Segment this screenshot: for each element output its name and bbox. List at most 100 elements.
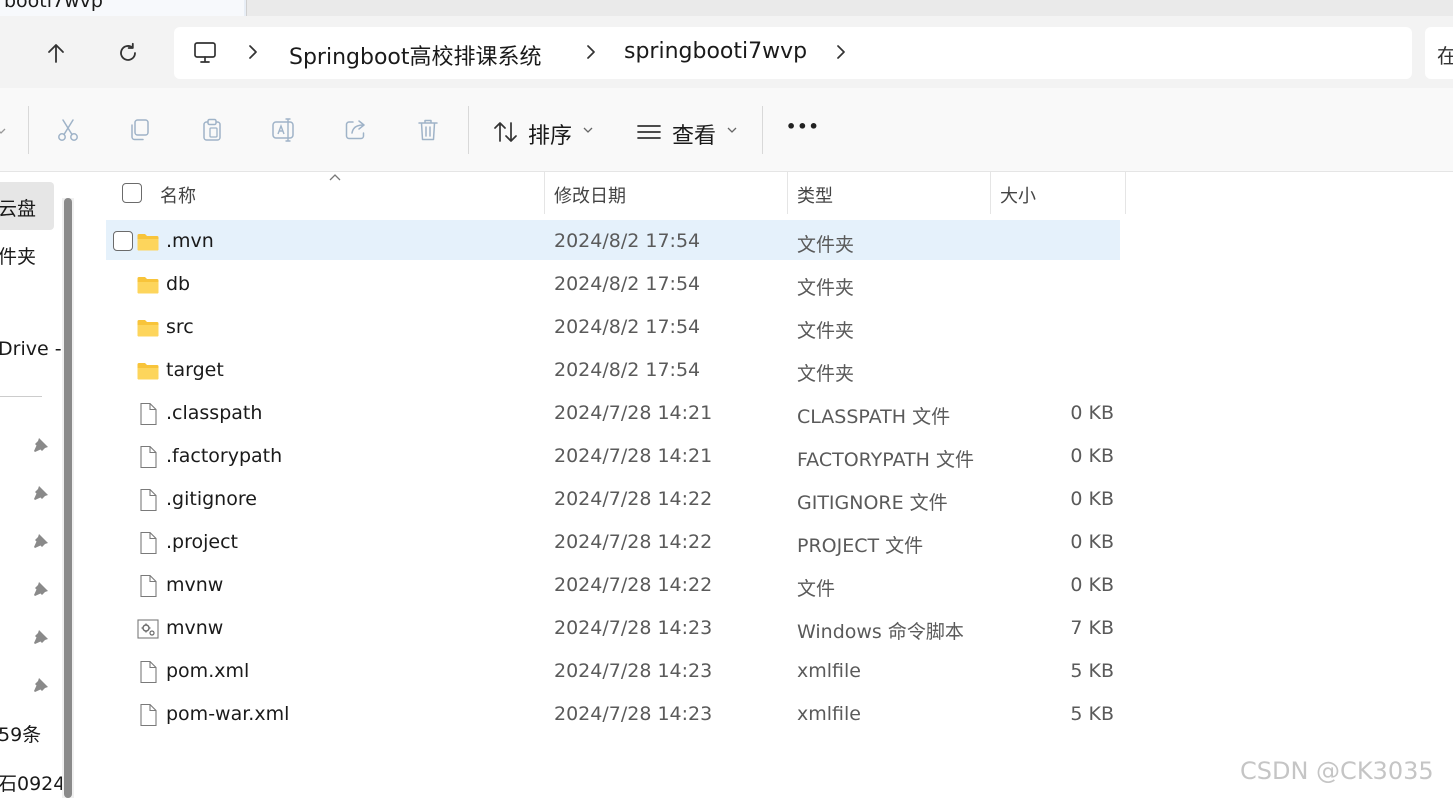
copy-button[interactable] <box>124 114 156 146</box>
file-name[interactable]: .gitignore <box>166 488 257 510</box>
file-type: xmlfile <box>797 660 861 682</box>
column-divider[interactable] <box>1125 172 1126 214</box>
column-header-row: 名称 修改日期 类型 大小 <box>106 172 1126 214</box>
breadcrumb-folder[interactable]: springbooti7wvp <box>624 39 807 64</box>
tab-strip: booti7wvp <box>0 0 1453 16</box>
column-type[interactable]: 类型 <box>797 182 833 208</box>
row-checkbox[interactable] <box>113 231 133 251</box>
pin-icon[interactable] <box>33 437 49 453</box>
rename-button[interactable] <box>268 114 300 146</box>
file-type: 文件夹 <box>797 234 855 256</box>
share-icon <box>345 120 365 140</box>
file-row[interactable]: pom.xml 2024/7/28 14:23 xmlfile 5 KB <box>106 650 1120 693</box>
file-modified-date: 2024/8/2 17:54 <box>554 316 701 338</box>
this-pc-icon[interactable] <box>192 40 218 66</box>
file-modified-date: 2024/7/28 14:23 <box>554 617 713 639</box>
folder-icon <box>136 273 160 297</box>
sort-button[interactable]: 排序 <box>490 110 602 150</box>
nav-scrollbar[interactable] <box>62 198 74 798</box>
file-modified-date: 2024/7/28 14:22 <box>554 488 713 510</box>
pin-icon[interactable] <box>33 629 49 645</box>
refresh-button[interactable] <box>108 33 148 73</box>
file-type: Windows 命令脚本 <box>797 621 964 643</box>
trash-icon <box>418 119 438 141</box>
script-file-icon <box>136 617 160 641</box>
share-button[interactable] <box>340 114 372 146</box>
paste-button[interactable] <box>196 114 228 146</box>
column-divider[interactable] <box>787 172 788 214</box>
file-name[interactable]: pom-war.xml <box>166 703 289 725</box>
file-icon <box>136 488 160 512</box>
file-name[interactable]: target <box>166 359 224 381</box>
file-type: FACTORYPATH 文件 <box>797 449 974 471</box>
nav-item-cloud[interactable]: 云盘 <box>0 194 36 221</box>
file-name[interactable]: src <box>166 316 194 338</box>
file-row[interactable]: target 2024/8/2 17:54 文件夹 <box>106 349 1120 392</box>
file-row[interactable]: db 2024/8/2 17:54 文件夹 <box>106 263 1120 306</box>
delete-button[interactable] <box>412 114 444 146</box>
file-modified-date: 2024/7/28 14:22 <box>554 574 713 596</box>
chevron-right-icon[interactable] <box>246 45 260 59</box>
file-type: xmlfile <box>797 703 861 725</box>
tab-active[interactable]: booti7wvp <box>0 0 244 16</box>
file-modified-date: 2024/7/28 14:21 <box>554 402 713 424</box>
file-row[interactable]: .mvn 2024/8/2 17:54 文件夹 <box>106 220 1120 260</box>
list-view-icon <box>637 125 661 139</box>
clipboard-icon <box>203 118 221 141</box>
chevron-down-icon[interactable] <box>0 126 6 136</box>
folder-icon <box>136 230 160 254</box>
more-options-button[interactable]: ••• <box>780 112 820 148</box>
up-button[interactable] <box>36 33 76 73</box>
file-name[interactable]: .factorypath <box>166 445 282 467</box>
pin-icon[interactable] <box>33 485 49 501</box>
file-name[interactable]: pom.xml <box>166 660 249 682</box>
view-button[interactable]: 查看 <box>634 110 746 150</box>
file-row[interactable]: src 2024/8/2 17:54 文件夹 <box>106 306 1120 349</box>
column-divider[interactable] <box>544 172 545 214</box>
file-name[interactable]: .classpath <box>166 402 262 424</box>
nav-scrollbar-thumb[interactable] <box>64 198 72 798</box>
folder-icon <box>136 359 160 383</box>
column-name[interactable]: 名称 <box>160 182 196 208</box>
file-type: PROJECT 文件 <box>797 535 924 557</box>
file-name[interactable]: mvnw <box>166 617 223 639</box>
file-modified-date: 2024/8/2 17:54 <box>554 273 701 295</box>
file-icon <box>136 402 160 426</box>
column-divider[interactable] <box>990 172 991 214</box>
file-name[interactable]: .mvn <box>166 230 214 252</box>
address-bar[interactable]: Springboot高校排课系统 springbooti7wvp <box>174 27 1412 79</box>
file-row[interactable]: .factorypath 2024/7/28 14:21 FACTORYPATH 文… <box>106 435 1120 478</box>
file-type: 文件 <box>797 578 836 600</box>
nav-item-folder[interactable]: 件夹 <box>0 242 36 269</box>
pin-icon[interactable] <box>33 533 49 549</box>
column-size[interactable]: 大小 <box>1000 182 1036 208</box>
watermark: CSDN @CK3035 <box>1240 757 1434 785</box>
column-date[interactable]: 修改日期 <box>554 182 626 208</box>
file-row[interactable]: pom-war.xml 2024/7/28 14:23 xmlfile 5 KB <box>106 693 1120 736</box>
pin-icon[interactable] <box>33 581 49 597</box>
file-icon <box>136 703 160 727</box>
breadcrumb-project[interactable]: Springboot高校排课系统 <box>289 39 542 71</box>
file-name[interactable]: db <box>166 273 190 295</box>
file-size: 0 KB <box>1070 445 1114 467</box>
chevron-right-icon[interactable] <box>584 45 598 59</box>
pin-icon[interactable] <box>33 677 49 693</box>
file-size: 0 KB <box>1070 531 1114 553</box>
file-row[interactable]: .project 2024/7/28 14:22 PROJECT 文件 0 KB <box>106 521 1120 564</box>
nav-item-pinned-b[interactable]: 石0924 <box>0 769 65 796</box>
search-box[interactable]: 在 <box>1425 27 1453 79</box>
file-row[interactable]: mvnw 2024/7/28 14:22 文件 0 KB <box>106 564 1120 607</box>
file-size: 5 KB <box>1070 703 1114 725</box>
file-type: 文件夹 <box>797 277 855 299</box>
arrow-up-icon <box>48 44 64 63</box>
nav-item-pinned-a[interactable]: 59条 <box>0 720 41 747</box>
file-row[interactable]: .classpath 2024/7/28 14:21 CLASSPATH 文件 0 K… <box>106 392 1120 435</box>
select-all-checkbox[interactable] <box>122 183 142 203</box>
file-name[interactable]: mvnw <box>166 574 223 596</box>
file-row[interactable]: .gitignore 2024/7/28 14:22 GITIGNORE 文件 0 K… <box>106 478 1120 521</box>
cut-button[interactable] <box>52 114 84 146</box>
chevron-right-icon[interactable] <box>834 45 848 59</box>
file-name[interactable]: .project <box>166 531 238 553</box>
file-row[interactable]: mvnw 2024/7/28 14:23 Windows 命令脚本 7 KB <box>106 607 1120 650</box>
file-modified-date: 2024/7/28 14:22 <box>554 531 713 553</box>
